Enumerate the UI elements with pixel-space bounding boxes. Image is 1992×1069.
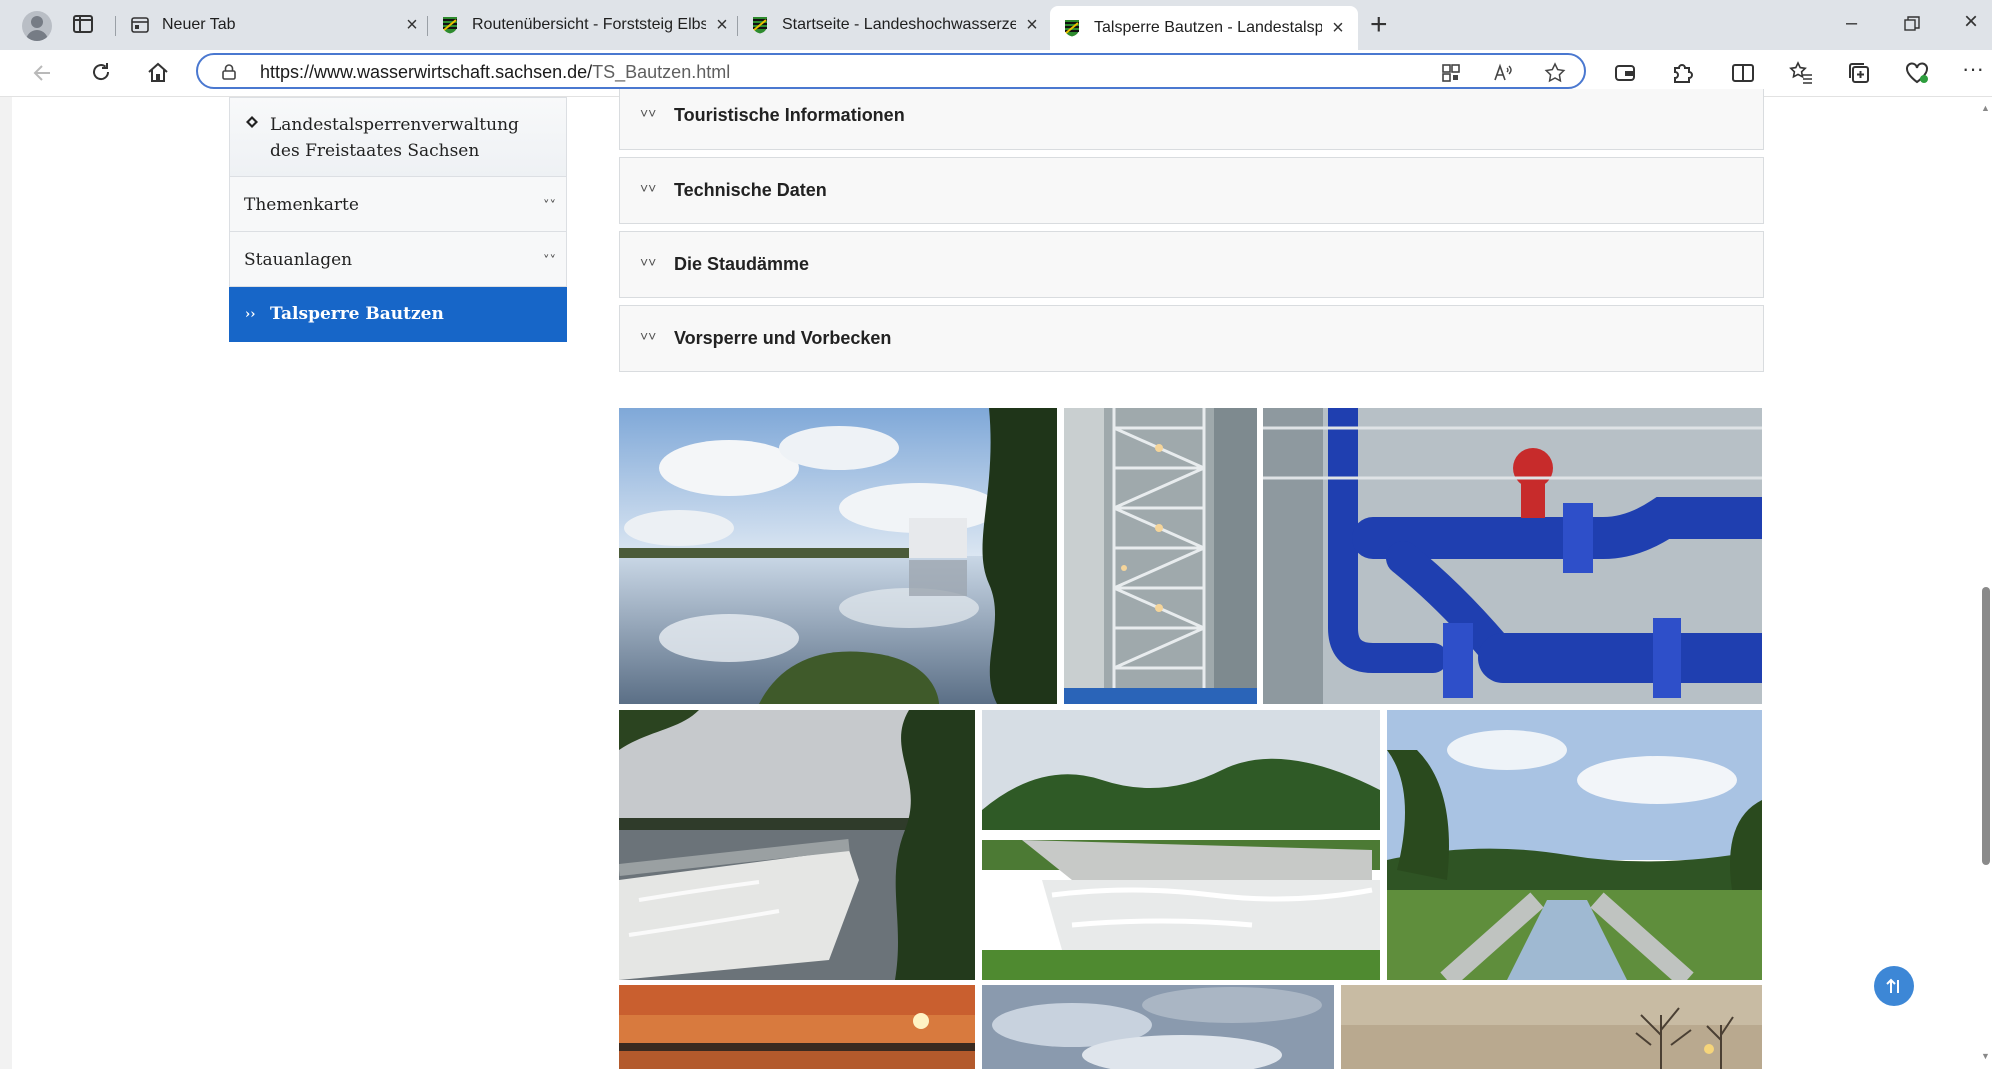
saxony-crest-icon bbox=[1065, 20, 1079, 37]
reload-icon[interactable] bbox=[88, 60, 114, 86]
minimize-icon[interactable]: – bbox=[1846, 12, 1857, 35]
new-tab-button[interactable]: + bbox=[1370, 10, 1388, 40]
sidebar-item-label: Landestalsperrenverwaltung des Freistaat… bbox=[270, 115, 519, 161]
read-aloud-icon[interactable] bbox=[1492, 62, 1514, 84]
back-icon[interactable] bbox=[30, 60, 56, 86]
sidebar-item-label: Talsperre Bautzen bbox=[270, 304, 444, 324]
tab-strip: Neuer Tab × Routenübersicht - Forststeig… bbox=[0, 0, 1992, 50]
tab-separator bbox=[427, 16, 428, 36]
window-close-icon[interactable]: × bbox=[1964, 8, 1978, 36]
url-path: TS_Bautzen.html bbox=[592, 62, 731, 82]
restore-icon[interactable] bbox=[1904, 16, 1920, 32]
tab-title: Neuer Tab bbox=[162, 16, 236, 33]
close-icon[interactable]: × bbox=[1330, 18, 1346, 38]
close-icon[interactable]: × bbox=[714, 15, 730, 35]
sidebar-item-label: Stauanlagen bbox=[244, 250, 353, 270]
arrow-up-icon bbox=[1886, 978, 1899, 993]
sidebar-item-themenkarte[interactable]: Themenkarte ˅˅ bbox=[229, 177, 567, 232]
accordion-item-label: Vorsperre und Vorbecken bbox=[674, 328, 892, 348]
chevron-down-icon: ˅˅ bbox=[640, 180, 657, 196]
accordion-item-label: Technische Daten bbox=[674, 180, 827, 200]
profile-avatar-icon[interactable] bbox=[22, 11, 52, 41]
accordion-item-die-staudaemme[interactable]: ˅˅ Die Staudämme bbox=[619, 231, 1764, 298]
sidebar-item-talsperre-bautzen[interactable]: ›› Talsperre Bautzen bbox=[229, 287, 567, 342]
app-available-icon[interactable] bbox=[1440, 62, 1462, 84]
accordion-item-label: Touristische Informationen bbox=[674, 105, 905, 125]
accordion-item-technische-daten[interactable]: ˅˅ Technische Daten bbox=[619, 157, 1764, 224]
accordion-item-vorsperre-und-vorbecken[interactable]: ˅˅ Vorsperre und Vorbecken bbox=[619, 305, 1764, 372]
newtab-icon bbox=[131, 17, 149, 33]
sidebar-item-landestalsperrenverwaltung[interactable]: Landestalsperrenverwaltung des Freistaat… bbox=[229, 97, 567, 177]
tab-talsperre-bautzen[interactable]: Talsperre Bautzen - Landestalsper × bbox=[1050, 6, 1358, 50]
close-icon[interactable]: × bbox=[1024, 15, 1040, 35]
chevron-down-icon[interactable]: ˅˅ bbox=[543, 254, 556, 269]
chevron-right-icon: ›› bbox=[245, 307, 256, 322]
cloudy-sky-photo[interactable] bbox=[982, 985, 1334, 1069]
outflow-channel-photo[interactable] bbox=[1387, 710, 1762, 980]
home-icon[interactable] bbox=[145, 60, 171, 86]
spillway-photo[interactable] bbox=[619, 710, 975, 980]
sidebar-item-stauanlagen[interactable]: Stauanlagen ˅˅ bbox=[229, 232, 567, 287]
tab-separator bbox=[115, 16, 116, 36]
scroll-up-arrow-icon[interactable]: ▲ bbox=[1981, 103, 1990, 113]
close-icon[interactable]: × bbox=[404, 15, 420, 35]
evening-trees-photo[interactable] bbox=[1341, 985, 1762, 1069]
url-text[interactable]: https://www.wasserwirtschaft.sachsen.de/… bbox=[260, 62, 730, 83]
tab-actions-icon[interactable] bbox=[72, 13, 94, 35]
page-scrollbar[interactable]: ▲ ▼ bbox=[1980, 97, 1992, 1069]
tab-separator bbox=[737, 16, 738, 36]
sidebar-navigation: Landestalsperrenverwaltung des Freistaat… bbox=[229, 97, 567, 342]
overflow-weir-photo[interactable] bbox=[982, 710, 1380, 980]
saxony-crest-icon bbox=[753, 17, 767, 34]
wallet-icon[interactable] bbox=[1612, 60, 1638, 86]
saxony-crest-icon bbox=[443, 17, 457, 34]
tab-title: Routenübersicht - Forststeig Elbs bbox=[472, 16, 706, 33]
collections-icon[interactable] bbox=[1846, 60, 1872, 86]
chevron-down-icon: ˅˅ bbox=[640, 254, 657, 270]
accordion-item-label: Die Staudämme bbox=[674, 254, 810, 274]
home-bullet-icon bbox=[246, 116, 258, 128]
sunset-lake-photo[interactable] bbox=[619, 985, 975, 1069]
split-screen-icon[interactable] bbox=[1730, 60, 1756, 86]
page-content: Landestalsperrenverwaltung des Freistaat… bbox=[0, 89, 1992, 1069]
accordion: ˅˅ Touristische Informationen ˅˅ Technis… bbox=[619, 89, 1764, 379]
sidebar-item-label: Themenkarte bbox=[244, 195, 359, 215]
url-host: https://www.wasserwirtschaft.sachsen.de/ bbox=[260, 62, 593, 82]
extensions-icon[interactable] bbox=[1669, 60, 1695, 86]
pipe-valves-photo[interactable] bbox=[1263, 408, 1762, 704]
staircase-shaft-photo[interactable] bbox=[1064, 408, 1257, 704]
back-to-top-button[interactable] bbox=[1874, 966, 1914, 1006]
chevron-down-icon: ˅˅ bbox=[640, 328, 657, 344]
tab-routenuebersicht[interactable]: Routenübersicht - Forststeig Elbs × bbox=[440, 6, 730, 44]
tab-neuer-tab[interactable]: Neuer Tab × bbox=[130, 6, 420, 44]
favorites-icon[interactable] bbox=[1788, 60, 1814, 86]
tab-title: Startseite - Landeshochwasserzen bbox=[782, 16, 1016, 33]
favorite-star-icon[interactable] bbox=[1544, 62, 1566, 84]
reservoir-reflection-photo[interactable] bbox=[619, 408, 1057, 704]
tab-title: Talsperre Bautzen - Landestalsper bbox=[1094, 19, 1322, 36]
tab-startseite[interactable]: Startseite - Landeshochwasserzen × bbox=[750, 6, 1040, 44]
address-bar[interactable]: https://www.wasserwirtschaft.sachsen.de/… bbox=[196, 53, 1586, 89]
more-options-icon[interactable]: ··· bbox=[1960, 56, 1986, 82]
chevron-down-icon[interactable]: ˅˅ bbox=[543, 199, 556, 214]
scrollbar-thumb[interactable] bbox=[1982, 587, 1990, 865]
browser-essentials-icon[interactable] bbox=[1904, 60, 1930, 86]
chevron-down-icon: ˅˅ bbox=[640, 105, 657, 121]
accordion-item-touristische-informationen[interactable]: ˅˅ Touristische Informationen bbox=[619, 89, 1764, 150]
site-info-icon[interactable] bbox=[220, 63, 238, 81]
scroll-down-arrow-icon[interactable]: ▼ bbox=[1981, 1051, 1990, 1061]
